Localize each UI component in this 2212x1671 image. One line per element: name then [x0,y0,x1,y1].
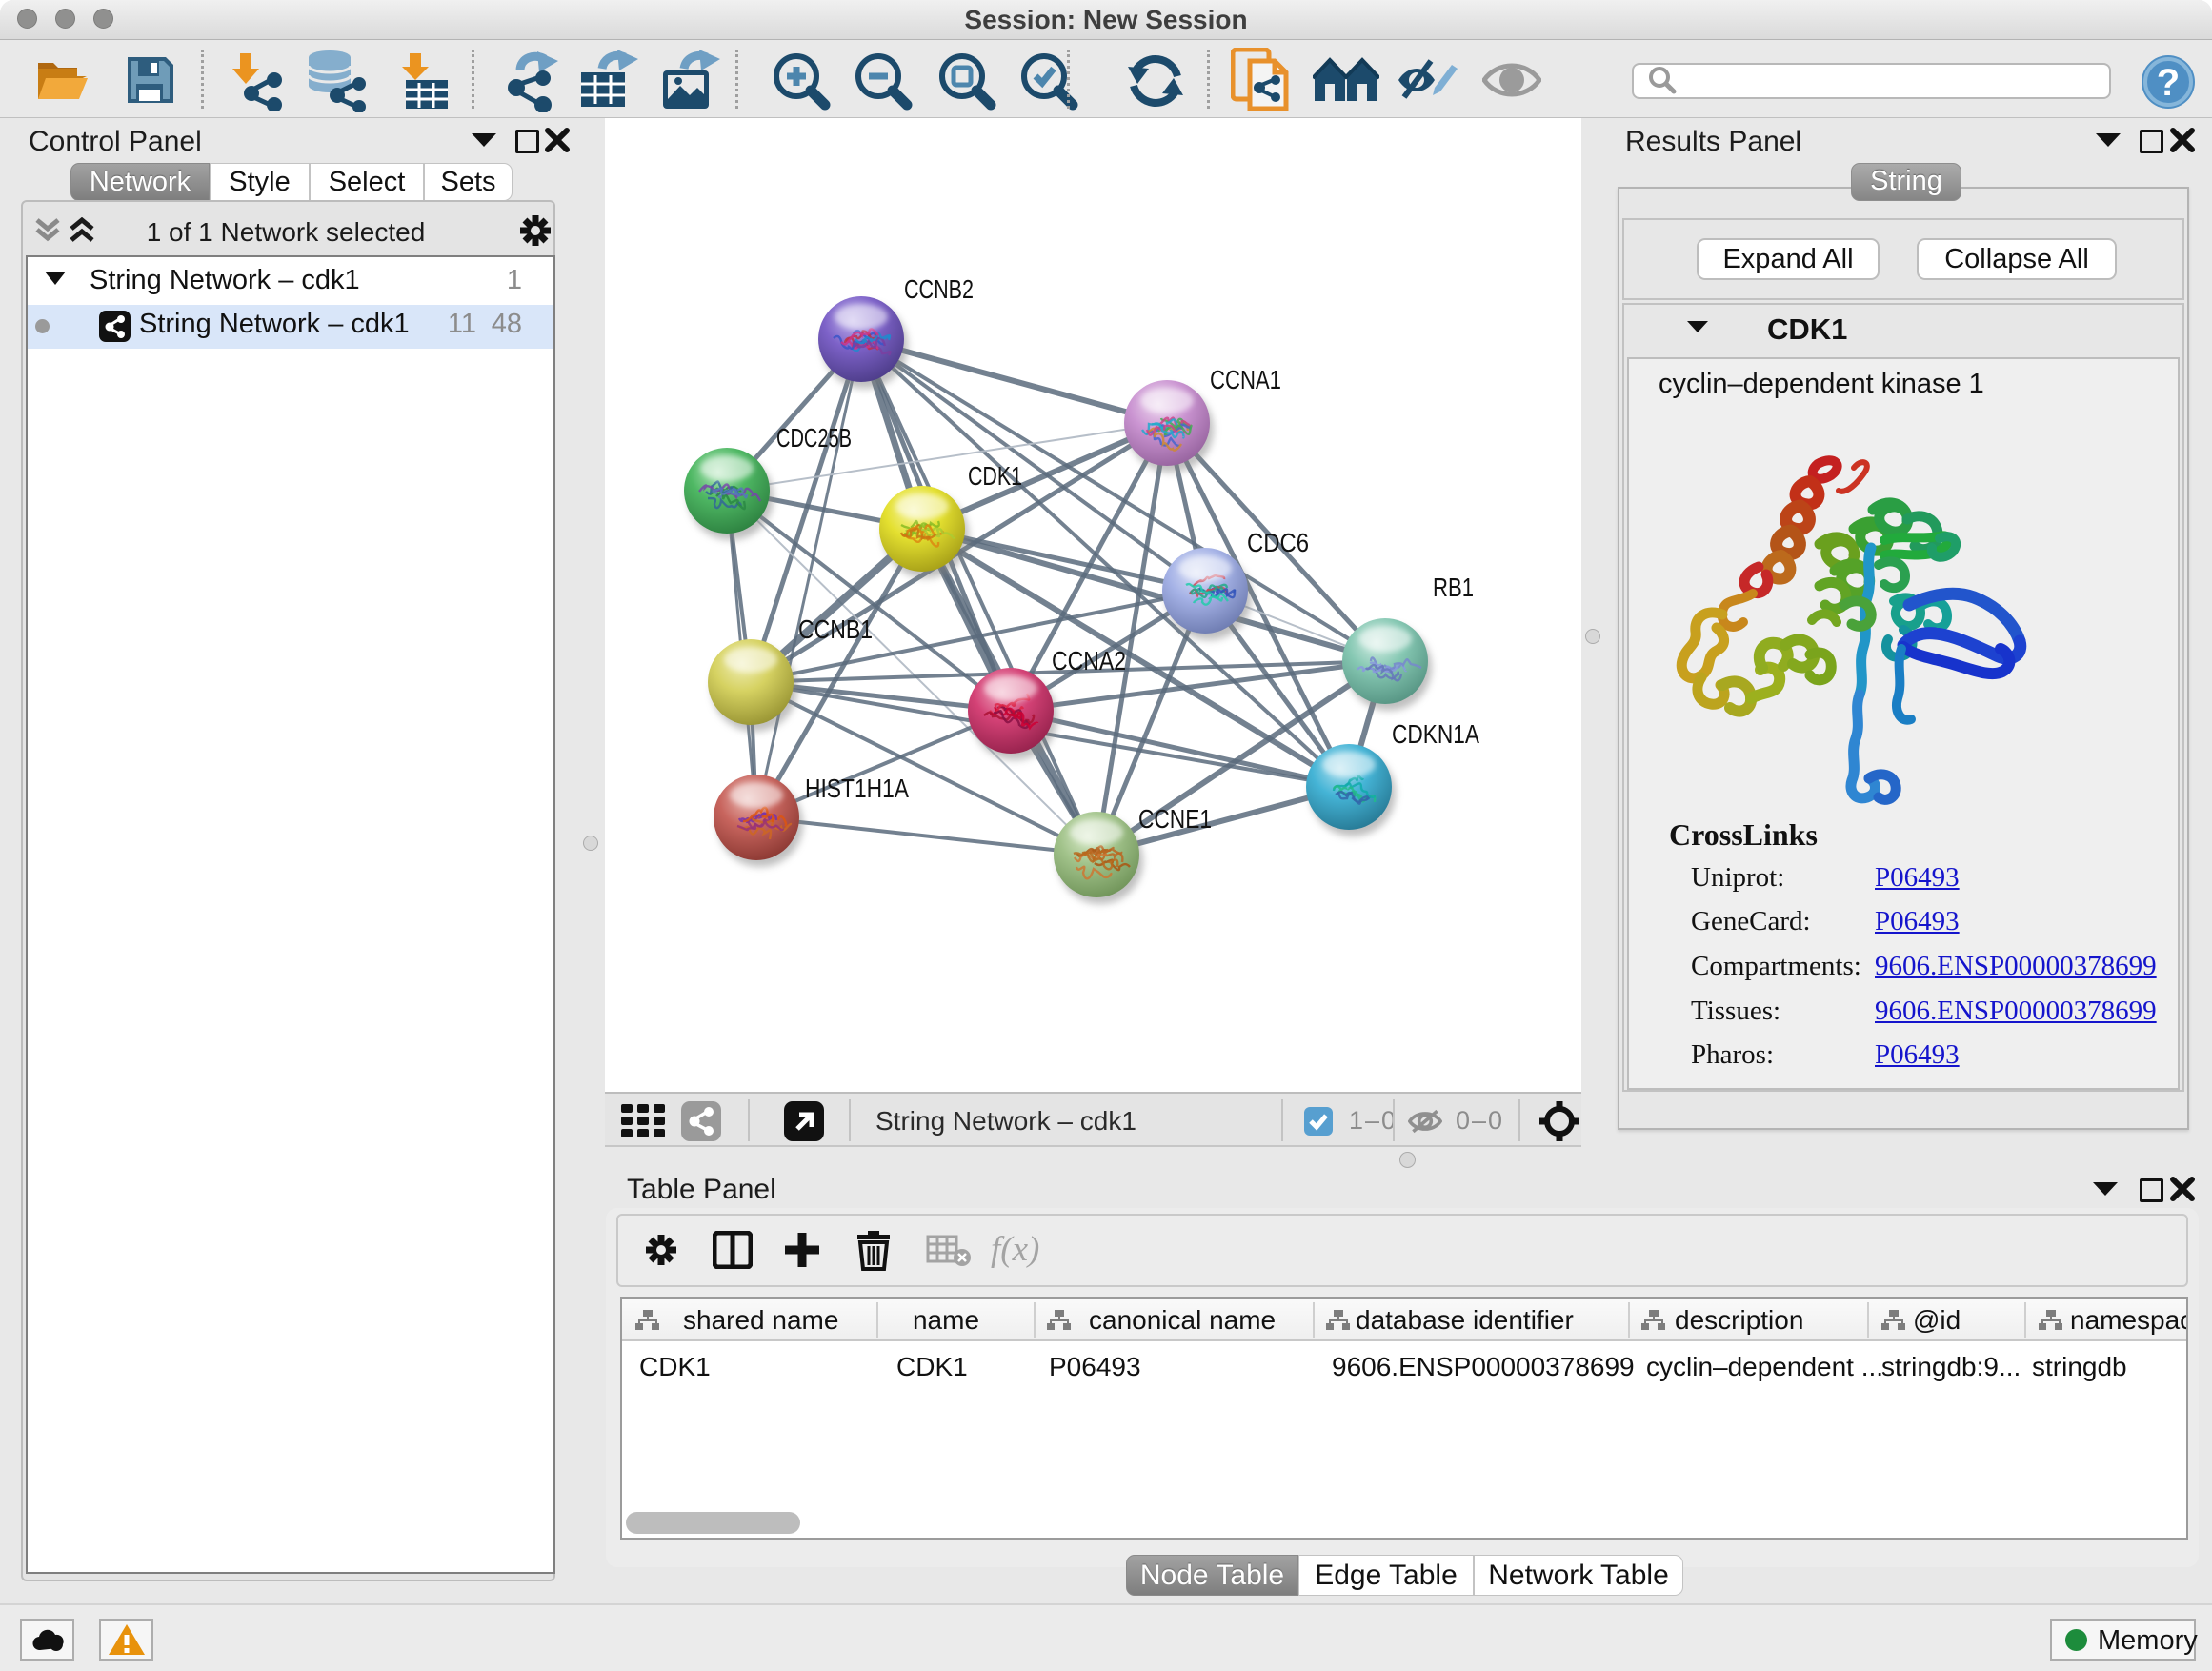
svg-text:CCNE1: CCNE1 [1138,804,1212,834]
svg-text:CCNA1: CCNA1 [1210,365,1281,394]
svg-text:CDC6: CDC6 [1247,528,1309,557]
svg-text:CDK1: CDK1 [968,461,1022,491]
svg-text:CCNA2: CCNA2 [1052,646,1126,675]
svg-text:CCNB2: CCNB2 [904,274,974,304]
svg-text:RB1: RB1 [1433,573,1474,602]
svg-text:CDKN1A: CDKN1A [1392,719,1479,749]
svg-text:CCNB1: CCNB1 [798,614,873,644]
svg-text:CDC25B: CDC25B [776,423,852,453]
svg-text:HIST1H1A: HIST1H1A [805,774,909,803]
svg-text:?: ? [2157,62,2180,104]
